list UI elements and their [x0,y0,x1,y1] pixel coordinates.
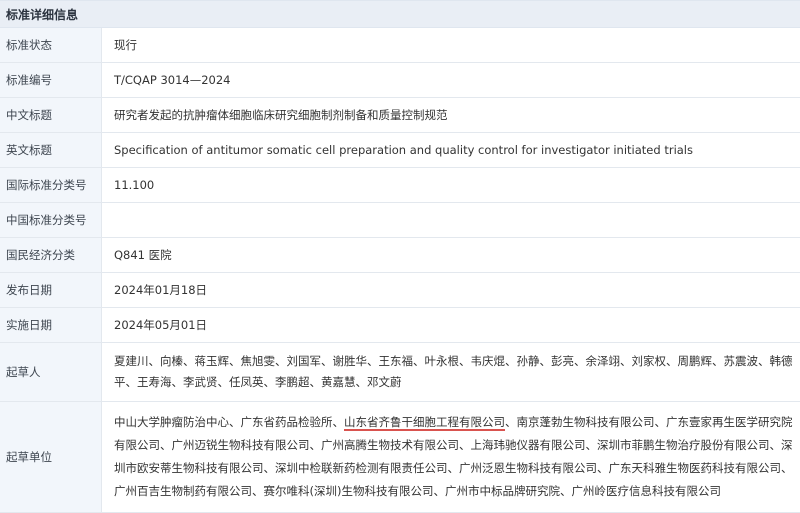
row-value: 夏建川、向榛、蒋玉辉、焦旭雯、刘国军、谢胜华、王东福、叶永根、韦庆焜、孙静、彭亮… [102,343,800,401]
row-drafting-units: 起草单位 中山大学肿瘤防治中心、广东省药品检验所、山东省齐鲁干细胞工程有限公司、… [0,402,800,513]
row-label: 国民经济分类 [0,238,102,272]
row-chinese-title: 中文标题 研究者发起的抗肿瘤体细胞临床研究细胞制剂制备和质量控制规范 [0,98,800,133]
highlighted-unit: 山东省齐鲁干细胞工程有限公司 [344,415,505,431]
row-value [102,203,800,237]
row-label: 标准状态 [0,28,102,62]
row-ccs: 中国标准分类号 [0,203,800,238]
row-value: 现行 [114,38,137,52]
row-value: Specification of antitumor somatic cell … [114,143,693,157]
drafting-units-list: 中山大学肿瘤防治中心、广东省药品检验所、山东省齐鲁干细胞工程有限公司、南京蓬勃生… [114,411,794,503]
row-label: 中文标题 [0,98,102,132]
row-value: 2024年05月01日 [114,318,208,332]
section-title: 标准详细信息 [0,1,800,28]
row-label: 起草人 [0,343,102,401]
row-label: 中国标准分类号 [0,203,102,237]
row-status: 标准状态 现行 [0,28,800,63]
units-before: 中山大学肿瘤防治中心、广东省药品检验所、 [114,415,344,429]
row-label: 英文标题 [0,133,102,167]
row-label: 发布日期 [0,273,102,307]
row-value: 2024年01月18日 [114,283,208,297]
row-value: 11.100 [114,178,155,192]
row-release-date: 发布日期 2024年01月18日 [0,273,800,308]
row-value: Q841 医院 [114,248,172,262]
standard-detail-table: 标准详细信息 标准状态 现行 标准编号 T/CQAP 3014—2024 中文标… [0,0,800,513]
row-value: 研究者发起的抗肿瘤体细胞临床研究细胞制剂制备和质量控制规范 [114,108,448,122]
row-ics: 国际标准分类号 11.100 [0,168,800,203]
row-economic-class: 国民经济分类 Q841 医院 [0,238,800,273]
drafters-list: 夏建川、向榛、蒋玉辉、焦旭雯、刘国军、谢胜华、王东福、叶永根、韦庆焜、孙静、彭亮… [114,354,793,389]
row-label: 标准编号 [0,63,102,97]
row-label: 起草单位 [0,402,102,512]
row-standard-number: 标准编号 T/CQAP 3014—2024 [0,63,800,98]
row-implement-date: 实施日期 2024年05月01日 [0,308,800,343]
row-drafters: 起草人 夏建川、向榛、蒋玉辉、焦旭雯、刘国军、谢胜华、王东福、叶永根、韦庆焜、孙… [0,343,800,402]
row-label: 实施日期 [0,308,102,342]
row-english-title: 英文标题 Specification of antitumor somatic … [0,133,800,168]
row-label: 国际标准分类号 [0,168,102,202]
row-value: T/CQAP 3014—2024 [114,73,231,87]
row-value: 中山大学肿瘤防治中心、广东省药品检验所、山东省齐鲁干细胞工程有限公司、南京蓬勃生… [102,402,800,512]
